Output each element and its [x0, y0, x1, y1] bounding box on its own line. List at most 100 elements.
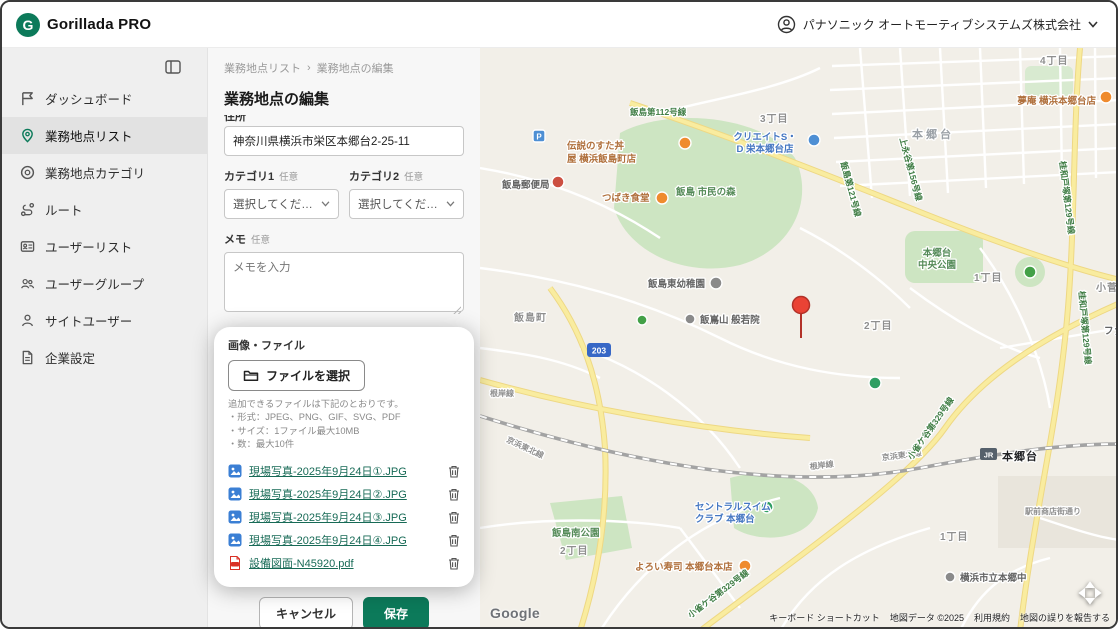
map-label: 飯島東幼稚園 [647, 278, 705, 290]
top-bar: G Gorillada PRO パナソニック オートモーティブシステムズ株式会社 [2, 2, 1116, 48]
logo-text: Gorillada PRO [47, 16, 151, 33]
map-label: 駅前商店街通り [1025, 506, 1081, 516]
cancel-button[interactable]: キャンセル [259, 597, 353, 629]
pdf-file-icon [228, 556, 242, 570]
map-label: 根岸線 [490, 388, 514, 398]
sidebar-item-location-list[interactable]: 業務地点リスト [2, 117, 207, 154]
map-label: 1丁目 [940, 531, 969, 543]
file-note-format: ・形式：JPEG、PNG、GIF、SVG、PDF [228, 411, 460, 424]
map-label: 桂和戸塚第129号線 [1077, 290, 1094, 366]
address-input[interactable] [224, 126, 464, 156]
map-label: 2丁目 [864, 320, 893, 332]
map-graphics: P 203 JR 4丁目 夢庵 横浜本郷台店 飯島第112号線 3丁目 クリエイ… [480, 48, 1116, 627]
category1-select[interactable]: 選択してくだ… [224, 189, 339, 219]
save-button[interactable]: 保存 [363, 597, 429, 629]
file-note-size: ・サイズ：1ファイル最大10MB [228, 425, 460, 438]
map-label: 飯嶌山 般若院 [699, 314, 760, 326]
app-window: G Gorillada PRO パナソニック オートモーティブシステムズ株式会社… [0, 0, 1118, 629]
map-label: 本郷台 [1002, 449, 1038, 463]
delete-file-button[interactable] [448, 557, 460, 570]
sidebar-item-user-group[interactable]: ユーザーグループ [2, 265, 207, 302]
terms-link[interactable]: 利用規約 [974, 611, 1010, 624]
file-row: 現場写真-2025年9月24日④.JPG [228, 529, 460, 552]
keyboard-shortcuts-link[interactable]: キーボード ショートカット [769, 611, 880, 624]
map-canvas[interactable]: P 203 JR 4丁目 夢庵 横浜本郷台店 飯島第112号線 3丁目 クリエイ… [480, 48, 1116, 627]
map-label: 小雀ケ谷第329号線 [685, 567, 751, 620]
sidebar-item-location-category[interactable]: 業務地点カテゴリ [2, 154, 207, 191]
jr-badge-text: JR [984, 451, 994, 460]
breadcrumb: 業務地点リスト › 業務地点の編集 [224, 60, 464, 76]
file-link[interactable]: 現場写真-2025年9月24日④.JPG [249, 532, 441, 548]
map-label: 飯島 市民の森 [675, 186, 736, 198]
file-link[interactable]: 現場写真-2025年9月24日①.JPG [249, 463, 441, 479]
image-file-icon [228, 464, 242, 478]
kindergarten-icon [710, 277, 722, 289]
map-label: 4丁目 [1040, 55, 1069, 67]
files-section-label: 画像・ファイル [228, 337, 460, 353]
file-link[interactable]: 現場写真-2025年9月24日②.JPG [249, 486, 441, 502]
trash-icon [448, 465, 460, 478]
choose-file-label: ファイルを選択 [266, 367, 350, 384]
trash-icon [448, 488, 460, 501]
chevron-down-icon [446, 201, 455, 207]
delete-file-button[interactable] [448, 534, 460, 547]
map-label: 飯島第112号線 [629, 107, 687, 117]
account-menu[interactable]: パナソニック オートモーティブシステムズ株式会社 [777, 15, 1098, 34]
map-label: 飯島南公園 [551, 527, 600, 539]
sidebar-item-label: 企業設定 [45, 348, 95, 367]
choose-file-button[interactable]: ファイルを選択 [228, 360, 365, 391]
pan-control-icon[interactable] [1078, 581, 1102, 605]
map-label: 京浜東北線 [505, 434, 545, 460]
park-icon [637, 315, 647, 325]
sidebar-item-label: ルート [45, 200, 83, 219]
map-label: クラブ 本郷台 [695, 513, 755, 525]
map-pin-marker[interactable] [793, 297, 810, 339]
chevron-down-icon [1088, 21, 1098, 28]
breadcrumb-current: 業務地点の編集 [317, 60, 394, 76]
sidebar-item-route[interactable]: ルート [2, 191, 207, 228]
page-title: 業務地点の編集 [224, 88, 464, 109]
map-label: 横浜市立本郷中 [960, 572, 1027, 584]
sidebar-item-user-list[interactable]: ユーザーリスト [2, 228, 207, 265]
map-label: つばき食堂 [602, 192, 650, 204]
map-label: 中央公園 [918, 259, 956, 271]
image-file-icon [228, 510, 242, 524]
route-icon [20, 202, 35, 217]
optional-tag: 任意 [404, 169, 423, 183]
route-203-number: 203 [592, 346, 606, 356]
map-label: セントラルスイム [695, 502, 771, 513]
breadcrumb-separator: › [307, 62, 311, 74]
file-link[interactable]: 設備図面-N45920.pdf [249, 555, 441, 571]
sidebar: ダッシュボード 業務地点リスト 業務地点カテゴリ ルート ユーザーリスト ユーザ… [2, 48, 208, 627]
file-notes: 追加できるファイルは下記のとおりです。 ・形式：JPEG、PNG、GIF、SVG… [228, 398, 460, 452]
map-label: 小雀ケ谷第329号線 [905, 395, 956, 462]
collapse-sidebar-icon[interactable] [165, 60, 181, 74]
file-note-count: ・数：最大10件 [228, 438, 460, 451]
category2-select[interactable]: 選択してくだ… [349, 189, 464, 219]
map-label: 本郷台 [923, 247, 952, 259]
school-icon [945, 572, 955, 582]
map-label: 本郷台 [912, 127, 954, 141]
breadcrumb-parent[interactable]: 業務地点リスト [224, 60, 301, 76]
document-icon [20, 350, 35, 365]
map-label: 小菅 [1095, 281, 1116, 294]
file-row: 現場写真-2025年9月24日①.JPG [228, 460, 460, 483]
temple-icon [685, 314, 695, 324]
sidebar-item-dashboard[interactable]: ダッシュボード [2, 80, 207, 117]
map-label: 根岸線 [809, 459, 834, 472]
report-error-link[interactable]: 地図の誤りを報告する [1020, 611, 1110, 624]
users-group-icon [20, 276, 35, 291]
delete-file-button[interactable] [448, 488, 460, 501]
parking-letter: P [536, 133, 542, 142]
sidebar-item-site-user[interactable]: サイトユーザー [2, 302, 207, 339]
file-link[interactable]: 現場写真-2025年9月24日③.JPG [249, 509, 441, 525]
trash-icon [448, 557, 460, 570]
map-label: 伝説のすた丼 [567, 140, 625, 152]
logo-mark-icon: G [16, 13, 40, 37]
file-note-intro: 追加できるファイルは下記のとおりです。 [228, 398, 460, 411]
delete-file-button[interactable] [448, 465, 460, 478]
map-label: 屋 横浜飯島町店 [567, 153, 637, 165]
delete-file-button[interactable] [448, 511, 460, 524]
memo-textarea[interactable] [224, 252, 464, 312]
sidebar-item-company-settings[interactable]: 企業設定 [2, 339, 207, 376]
